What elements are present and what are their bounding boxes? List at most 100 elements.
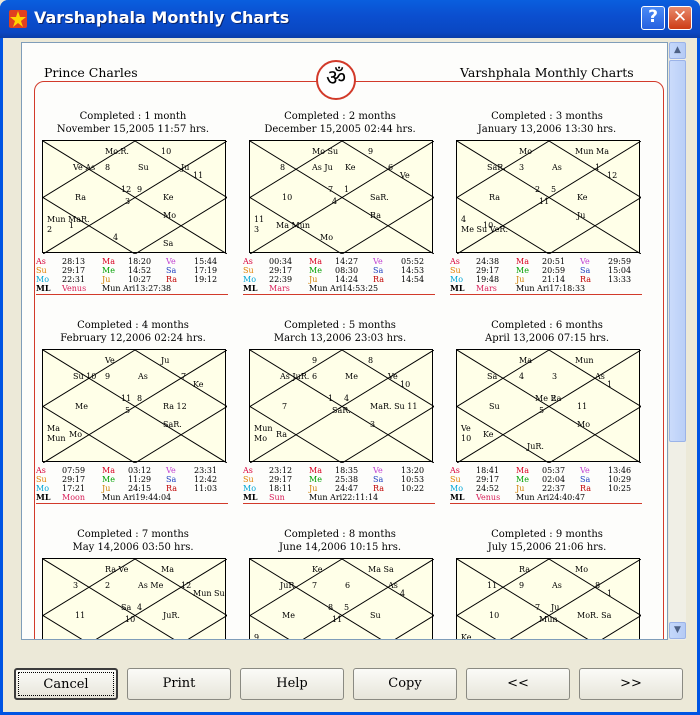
- ml-row: ML Venus Mun Ari24:40:47: [450, 493, 642, 503]
- kundli-label: 4: [332, 197, 338, 206]
- planet-name: Ma: [102, 466, 115, 475]
- kundli-label: Ve: [105, 356, 115, 365]
- scroll-down-icon[interactable]: ▼: [669, 622, 686, 639]
- kundli-label: Ju: [577, 211, 586, 220]
- kundli-label: 3: [73, 581, 79, 590]
- kundli-label: 11: [121, 394, 132, 403]
- planet-degree: 29:17: [62, 266, 86, 275]
- kundli-label: Mo: [163, 211, 177, 220]
- planet-degree: 14:53: [401, 266, 425, 275]
- planet-name: Ju: [102, 275, 111, 284]
- planet-name: Ra: [373, 484, 384, 493]
- native-name: Prince Charles: [44, 65, 138, 80]
- ml-label: ML: [36, 283, 51, 293]
- chart-completed-label: Completed : 8 months: [284, 529, 396, 540]
- kundli-label: Mun: [276, 639, 295, 640]
- kundli-label: 11: [577, 402, 588, 411]
- planet-degree: 19:48: [476, 275, 500, 284]
- print-button[interactable]: Print: [127, 668, 231, 700]
- planet-name: Me: [516, 266, 529, 275]
- kundli-label: 4: [461, 215, 467, 224]
- planet-positions-row: As 18:41 Ma 05:37 Ve 13:46: [450, 466, 642, 475]
- kundli-label: 1: [328, 394, 334, 403]
- planet-degree: 17:19: [194, 266, 218, 275]
- kundli-label: Ma: [161, 565, 174, 574]
- planet-degree: 05:52: [401, 257, 425, 266]
- planet-name: Ra: [166, 275, 177, 284]
- planet-degree: 10:27: [128, 275, 152, 284]
- planet-degree: 25:38: [335, 475, 359, 484]
- cancel-button[interactable]: Cancel: [14, 668, 118, 700]
- kundli-label: 4: [137, 603, 143, 612]
- kundli-label: 6: [388, 163, 394, 172]
- ml-label: ML: [243, 283, 258, 293]
- close-icon[interactable]: ✕: [668, 6, 692, 30]
- kundli-diagram: Mo Mun Ma SaR. 3 As 1 12 Ra 2 5 11 Ke 4 10 Ju Me Su VeR…: [456, 140, 641, 254]
- kundli-label: Ve: [388, 372, 398, 381]
- planet-name: Me: [309, 475, 322, 484]
- kundli-label: Mo Su: [312, 147, 339, 156]
- kundli-lines: [457, 350, 641, 463]
- window-title: Varshaphala Monthly Charts: [34, 8, 290, 27]
- chart-page: Prince Charles Varshphala Monthly Charts…: [22, 43, 667, 639]
- kundli-label: Ra 12: [163, 402, 187, 411]
- planet-name: As: [450, 466, 460, 475]
- planet-name: Ju: [309, 484, 318, 493]
- kundli-label: Ma Mun: [276, 221, 310, 230]
- help-icon[interactable]: ?: [641, 6, 665, 30]
- kundli-label: 1: [344, 185, 350, 194]
- planet-name: Ma: [309, 257, 322, 266]
- planet-degree: 14:52: [128, 266, 152, 275]
- copy-button[interactable]: Copy: [353, 668, 457, 700]
- kundli-label: 9: [254, 633, 260, 640]
- chart-date-label: June 14,2006 10:15 hrs.: [278, 542, 402, 553]
- kundli-label: 11: [332, 615, 343, 624]
- scroll-thumb[interactable]: [669, 60, 686, 442]
- chart-date-label: December 15,2005 02:44 hrs.: [264, 124, 416, 135]
- chart-completed-label: Completed : 9 months: [491, 529, 603, 540]
- ml-row: ML Moon Mun Ari19:44:04: [36, 492, 228, 503]
- chart-completed-label: Completed : 4 months: [77, 320, 189, 331]
- previous-button[interactable]: <<: [466, 668, 570, 700]
- ml-label: ML: [36, 492, 51, 502]
- planet-positions-table: As 24:38 Ma 20:51 Ve 29:59 Su 29:17 Me 20:59 Sa 15:…: [450, 257, 642, 295]
- kundli-label: Ke: [461, 633, 472, 640]
- next-button[interactable]: >>: [579, 668, 683, 700]
- muntha-position: Mun Ari13:27:38: [102, 284, 172, 293]
- planet-degree: 11:03: [194, 484, 218, 493]
- kundli-label: Ra: [75, 193, 86, 202]
- kundli-diagram: Ma Mun Sa 4 3 As 1 Su Me Ra 2 5 11 Ve Ke Mo 10 JuR.: [456, 349, 641, 463]
- kundli-label: 5: [125, 406, 131, 415]
- planet-positions-row: As 07:59 Ma 03:12 Ve 23:31: [36, 466, 228, 475]
- kundli-label: Ma Sa: [368, 565, 394, 574]
- chart-viewport[interactable]: Prince Charles Varshphala Monthly Charts…: [21, 42, 668, 640]
- kundli-label: 2: [551, 394, 557, 403]
- planet-name: Ra: [580, 484, 591, 493]
- kundli-label: Su: [138, 163, 149, 172]
- vertical-scrollbar[interactable]: ▲ ▼: [669, 42, 686, 640]
- kundli-label: Ra: [489, 193, 500, 202]
- planet-name: Ve: [166, 466, 176, 475]
- scroll-up-icon[interactable]: ▲: [669, 42, 686, 59]
- kundli-label: 3: [370, 420, 376, 429]
- kundli-label: Sa: [163, 239, 174, 248]
- ml-underline: [243, 503, 435, 504]
- planet-positions-row: Su 29:17 Me 11:29 Sa 12:42: [36, 475, 228, 484]
- help-button[interactable]: Help: [240, 668, 344, 700]
- kundli-label: Ke: [345, 163, 356, 172]
- kundli-label: 10: [461, 434, 472, 443]
- kundli-label: 10: [400, 380, 411, 389]
- planet-positions-row: Mo 19:48 Ju 21:14 Ra 13:33: [450, 275, 642, 284]
- chart-date-label: May 14,2006 03:50 hrs.: [72, 542, 194, 553]
- ml-label: ML: [450, 283, 465, 293]
- kundli-label: Mo: [254, 434, 268, 443]
- kundli-label: Su: [370, 611, 381, 620]
- title-bar[interactable]: Varshaphala Monthly Charts ? ✕: [0, 0, 700, 38]
- chart-date-label: March 13,2006 23:03 hrs.: [273, 333, 407, 344]
- kundli-label: 4: [113, 233, 119, 242]
- chart-date-label: January 13,2006 13:30 hrs.: [477, 124, 617, 135]
- planet-positions-row: Su 29:17 Me 08:30 Sa 14:53: [243, 266, 435, 275]
- kundli-label: Ra: [519, 565, 530, 574]
- planet-name: Ma: [516, 466, 529, 475]
- kundli-label: Ra Ve: [105, 565, 129, 574]
